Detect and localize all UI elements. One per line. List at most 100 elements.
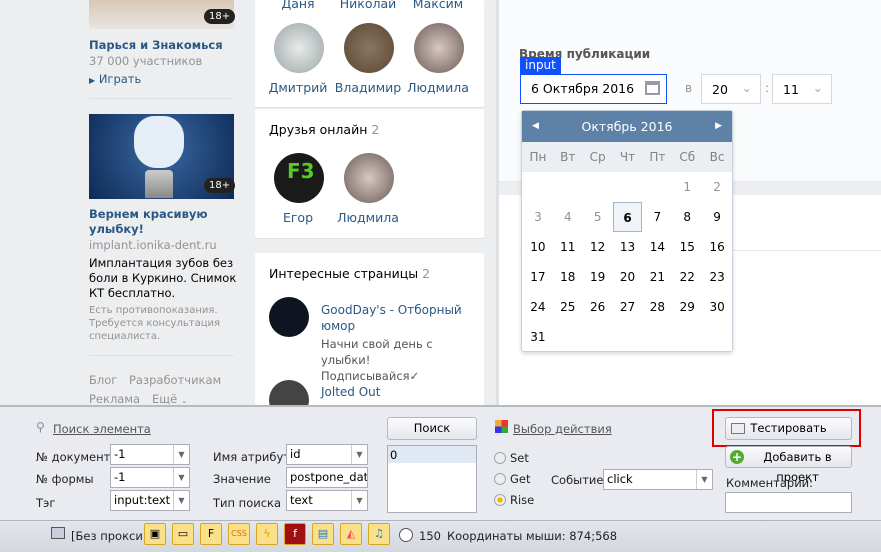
comment-input[interactable] bbox=[725, 492, 852, 513]
friend-name[interactable]: Максим bbox=[398, 0, 478, 11]
friend-avatar[interactable]: F3 bbox=[274, 153, 324, 203]
friend-avatar[interactable] bbox=[344, 153, 394, 203]
friend-name[interactable]: Николай bbox=[328, 0, 408, 11]
friend-avatar[interactable] bbox=[414, 23, 464, 73]
friend-name[interactable]: Владимир bbox=[328, 80, 408, 95]
attr-combo[interactable]: id ▼ bbox=[286, 444, 368, 465]
form-combo[interactable]: -1 ▼ bbox=[110, 467, 190, 488]
ad-title[interactable]: Вернем красивую улыбку! bbox=[89, 207, 209, 237]
calendar-day[interactable]: 13 bbox=[613, 232, 643, 262]
footer-blog[interactable]: Блог bbox=[89, 373, 117, 387]
minute-select[interactable]: 11 ⌄ bbox=[772, 74, 832, 104]
image-icon[interactable]: ▣ bbox=[144, 523, 166, 545]
action-select-link[interactable]: Выбор действия bbox=[513, 422, 612, 436]
calendar-day[interactable]: 21 bbox=[642, 262, 672, 292]
tag-combo[interactable]: input:text ▼ bbox=[110, 490, 190, 511]
calendar-day[interactable]: 27 bbox=[613, 292, 643, 322]
friend-name[interactable]: Егор bbox=[258, 210, 338, 225]
flash-icon[interactable]: f bbox=[284, 523, 306, 545]
friend-name[interactable]: Даня bbox=[258, 0, 338, 11]
page-name[interactable]: Jolted Out bbox=[321, 385, 381, 399]
set-radio[interactable] bbox=[494, 452, 506, 464]
calendar-day[interactable]: 2 bbox=[702, 172, 732, 202]
next-month-icon[interactable]: ▶ bbox=[715, 111, 722, 142]
monitor-icon[interactable]: ▤ bbox=[312, 523, 334, 545]
results-item[interactable]: 0 bbox=[388, 446, 476, 463]
calendar-day[interactable]: 24 bbox=[523, 292, 553, 322]
page-avatar[interactable] bbox=[269, 297, 309, 337]
hour-select[interactable]: 20 ⌄ bbox=[701, 74, 761, 104]
footer-ads[interactable]: Реклама bbox=[89, 392, 140, 406]
calendar-day[interactable]: 6 bbox=[612, 202, 643, 232]
calendar-day[interactable]: 28 bbox=[642, 292, 672, 322]
friend-name[interactable]: Людмила bbox=[328, 210, 408, 225]
calendar-icon[interactable] bbox=[645, 81, 660, 95]
calendar-day[interactable]: 30 bbox=[702, 292, 732, 322]
prev-month-icon[interactable]: ◀ bbox=[532, 111, 539, 142]
search-element-link[interactable]: Поиск элемента bbox=[53, 422, 151, 436]
calendar-day[interactable]: 12 bbox=[583, 232, 613, 262]
event-combo[interactable]: click ▼ bbox=[603, 469, 713, 490]
calendar-day[interactable]: 9 bbox=[702, 202, 732, 232]
lightning-icon[interactable]: ϟ bbox=[256, 523, 278, 545]
calendar-day[interactable]: 29 bbox=[672, 292, 702, 322]
calendar-day[interactable]: 5 bbox=[583, 202, 613, 232]
calendar-day[interactable]: 20 bbox=[613, 262, 643, 292]
calendar-day bbox=[583, 322, 613, 352]
weekday-label: Вт bbox=[560, 150, 576, 164]
footer-dev[interactable]: Разработчикам bbox=[129, 373, 221, 387]
play-link[interactable]: ▶ Играть bbox=[89, 72, 141, 86]
footer-more[interactable]: Ещё ⌄ bbox=[152, 392, 188, 406]
calendar-day bbox=[613, 322, 643, 352]
search-button[interactable]: Поиск bbox=[387, 417, 477, 440]
window-icon[interactable]: ▭ bbox=[172, 523, 194, 545]
frame-icon[interactable]: F bbox=[200, 523, 222, 545]
age-badge: 18+ bbox=[204, 9, 236, 24]
calendar-day[interactable]: 15 bbox=[672, 232, 702, 262]
calendar-day[interactable]: 3 bbox=[523, 202, 553, 232]
calendar-day[interactable]: 25 bbox=[553, 292, 583, 322]
dropdown-arrow-icon: ▼ bbox=[173, 468, 189, 487]
friend-avatar[interactable] bbox=[274, 23, 324, 73]
friend-avatar[interactable] bbox=[344, 23, 394, 73]
calendar-day[interactable]: 18 bbox=[553, 262, 583, 292]
css-icon[interactable]: CSS bbox=[228, 523, 250, 545]
calendar-day[interactable]: 26 bbox=[583, 292, 613, 322]
pages-title[interactable]: Интересные страницы 2 bbox=[269, 266, 430, 281]
calendar-day[interactable]: 19 bbox=[583, 262, 613, 292]
friend-name[interactable]: Дмитрий bbox=[258, 80, 338, 95]
calendar-day[interactable]: 22 bbox=[672, 262, 702, 292]
online-title[interactable]: Друзья онлайн 2 bbox=[269, 122, 379, 137]
rise-radio[interactable] bbox=[494, 494, 506, 506]
calendar-day[interactable]: 4 bbox=[553, 202, 583, 232]
results-list[interactable]: 0 bbox=[387, 445, 477, 513]
pages-count: 2 bbox=[422, 266, 431, 281]
calendar-day[interactable]: 23 bbox=[702, 262, 732, 292]
megaphone-icon[interactable]: ◭ bbox=[340, 523, 362, 545]
value-input[interactable]: postpone_date: bbox=[286, 467, 368, 488]
calendar-day[interactable]: 10 bbox=[523, 232, 553, 262]
calendar-day[interactable]: 31 bbox=[523, 322, 553, 352]
calendar-day[interactable]: 11 bbox=[553, 232, 583, 262]
friend-name[interactable]: Людмила bbox=[398, 80, 478, 95]
mouse-coords: Координаты мыши: 874;568 bbox=[447, 529, 618, 543]
game-title[interactable]: Парься и Знакомься bbox=[89, 38, 223, 52]
date-input[interactable]: 6 Октября 2016 bbox=[520, 74, 667, 104]
type-combo[interactable]: text ▼ bbox=[286, 490, 368, 511]
doc-label: № документа bbox=[36, 450, 118, 464]
proxy-label[interactable]: [Без прокси] bbox=[71, 529, 147, 543]
calendar-day[interactable]: 8 bbox=[672, 202, 702, 232]
doc-combo[interactable]: -1 ▼ bbox=[110, 444, 190, 465]
get-radio[interactable] bbox=[494, 473, 506, 485]
page-name[interactable]: GoodDay's - Отборный юмор bbox=[321, 302, 471, 334]
ad-domain[interactable]: implant.ionika-dent.ru bbox=[89, 238, 217, 252]
calendar-day[interactable]: 17 bbox=[523, 262, 553, 292]
calendar-day[interactable]: 1 bbox=[672, 172, 702, 202]
test-button[interactable]: Тестировать bbox=[725, 417, 852, 440]
calendar-day[interactable]: 14 bbox=[642, 232, 672, 262]
calendar-day[interactable]: 7 bbox=[642, 202, 672, 232]
dropdown-arrow-icon: ▼ bbox=[173, 445, 189, 464]
add-to-project-button[interactable]: + Добавить в проект bbox=[725, 446, 852, 484]
calendar-day[interactable]: 16 bbox=[702, 232, 732, 262]
music-icon[interactable]: ♫ bbox=[368, 523, 390, 545]
